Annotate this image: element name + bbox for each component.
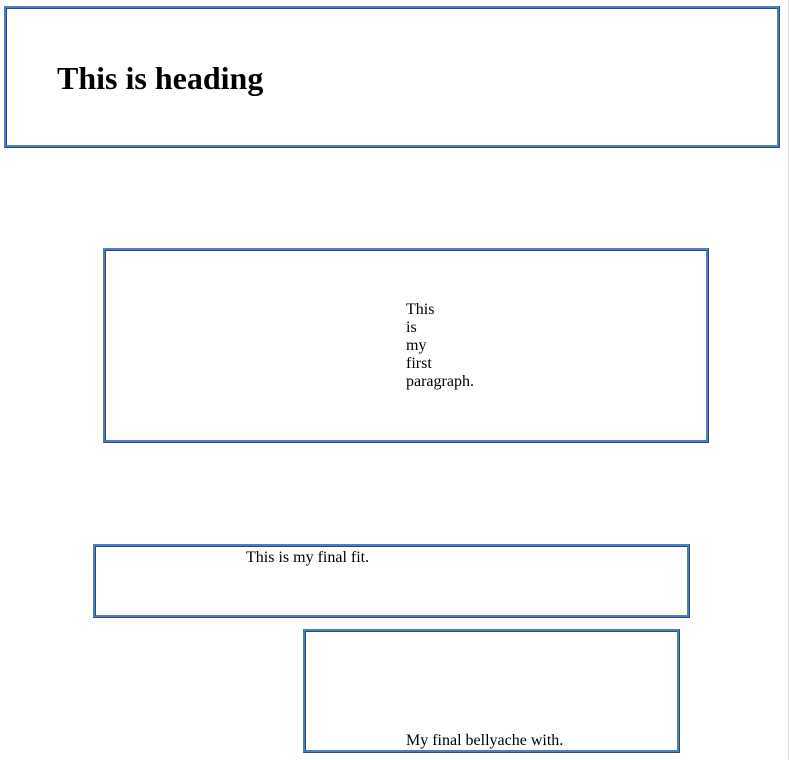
first-paragraph: This is my first paragraph. <box>406 301 474 390</box>
final-bellyache-text: My final bellyache with. <box>406 732 564 749</box>
page-heading: This is heading <box>57 60 264 96</box>
first-paragraph-container: This is my first paragraph. <box>103 248 709 443</box>
final-bellyache-container: My final bellyache with. <box>303 629 680 753</box>
heading-container: This is heading <box>4 6 780 148</box>
final-fit-text: This is my final fit. <box>246 549 370 566</box>
final-fit-container: This is my final fit. <box>93 544 690 618</box>
